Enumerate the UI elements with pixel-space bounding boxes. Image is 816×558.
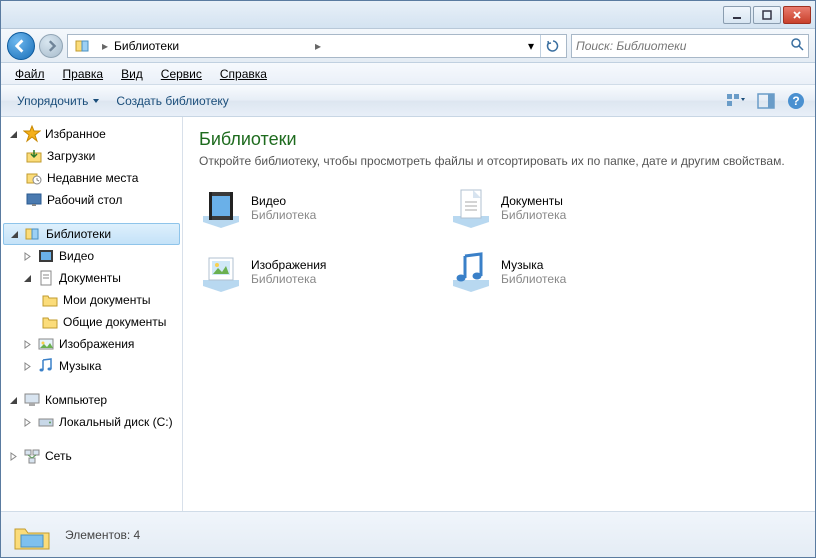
desktop-icon — [25, 191, 43, 209]
expand-icon[interactable] — [7, 450, 19, 462]
sidebar-item-desktop[interactable]: Рабочий стол — [1, 189, 182, 211]
documents-icon — [37, 269, 55, 287]
library-item-videos[interactable]: ВидеоБиблиотека — [199, 186, 449, 230]
computer-icon — [23, 391, 41, 409]
page-title: Библиотеки — [199, 129, 799, 150]
video-library-icon — [199, 186, 243, 230]
sidebar-item-favorites[interactable]: Избранное — [1, 123, 182, 145]
disk-icon — [37, 413, 55, 431]
sidebar-item-libraries[interactable]: Библиотеки — [3, 223, 180, 245]
expand-icon[interactable] — [21, 416, 33, 428]
menu-tools[interactable]: Сервис — [153, 65, 210, 83]
window-controls — [723, 6, 811, 24]
sidebar-item-documents[interactable]: Документы — [1, 267, 182, 289]
folder-icon — [41, 291, 59, 309]
titlebar — [1, 1, 815, 29]
maximize-button[interactable] — [753, 6, 781, 24]
sidebar-item-computer[interactable]: Компьютер — [1, 389, 182, 411]
search-bar[interactable] — [571, 34, 809, 58]
music-library-icon — [449, 250, 493, 294]
breadcrumb-separator-icon: ▸ — [96, 39, 114, 53]
menu-view[interactable]: Вид — [113, 65, 151, 83]
sidebar-item-public-documents[interactable]: Общие документы — [1, 311, 182, 333]
organize-button[interactable]: Упорядочить — [9, 90, 108, 112]
sidebar-item-recent[interactable]: Недавние места — [1, 167, 182, 189]
library-item-documents[interactable]: ДокументыБиблиотека — [449, 186, 699, 230]
collapse-icon[interactable] — [8, 228, 20, 240]
star-icon — [23, 125, 41, 143]
breadcrumb-separator-icon: ▸ — [309, 39, 327, 53]
library-item-music[interactable]: МузыкаБиблиотека — [449, 250, 699, 294]
library-icon — [74, 37, 92, 55]
folder-icon — [41, 313, 59, 331]
sidebar-item-local-disk[interactable]: Локальный диск (C:) — [1, 411, 182, 433]
video-icon — [37, 247, 55, 265]
details-pane: Элементов: 4 — [1, 511, 815, 557]
close-button[interactable] — [783, 6, 811, 24]
sidebar-item-videos[interactable]: Видео — [1, 245, 182, 267]
recent-icon — [25, 169, 43, 187]
library-item-pictures[interactable]: ИзображенияБиблиотека — [199, 250, 449, 294]
downloads-icon — [25, 147, 43, 165]
navigation-pane: Избранное Загрузки Недавние места Рабочи… — [1, 117, 183, 511]
collapse-icon[interactable] — [7, 394, 19, 406]
breadcrumb-item[interactable]: Библиотеки — [114, 39, 309, 53]
back-button[interactable] — [7, 32, 35, 60]
sidebar-item-network[interactable]: Сеть — [1, 445, 182, 467]
pictures-icon — [37, 335, 55, 353]
sidebar-item-downloads[interactable]: Загрузки — [1, 145, 182, 167]
content-pane: Библиотеки Откройте библиотеку, чтобы пр… — [183, 117, 815, 511]
expand-icon[interactable] — [21, 338, 33, 350]
library-grid: ВидеоБиблиотека ДокументыБиблиотека Изоб… — [199, 186, 799, 314]
documents-library-icon — [449, 186, 493, 230]
minimize-button[interactable] — [723, 6, 751, 24]
pictures-library-icon — [199, 250, 243, 294]
search-input[interactable] — [576, 39, 790, 53]
forward-button[interactable] — [39, 34, 63, 58]
main-area: Избранное Загрузки Недавние места Рабочи… — [1, 117, 815, 511]
collapse-icon[interactable] — [21, 272, 33, 284]
item-count-label: Элементов: 4 — [65, 528, 140, 542]
sidebar-item-pictures[interactable]: Изображения — [1, 333, 182, 355]
preview-pane-button[interactable] — [755, 90, 777, 112]
view-options-button[interactable] — [725, 90, 747, 112]
svg-text:?: ? — [792, 94, 799, 108]
sidebar-item-music[interactable]: Музыка — [1, 355, 182, 377]
address-bar[interactable]: ▸ Библиотеки ▸ ▾ — [67, 34, 567, 58]
collapse-icon[interactable] — [7, 128, 19, 140]
menu-bar: Файл Правка Вид Сервис Справка — [1, 63, 815, 85]
new-library-button[interactable]: Создать библиотеку — [108, 90, 236, 112]
navigation-bar: ▸ Библиотеки ▸ ▾ — [1, 29, 815, 63]
libraries-icon — [24, 225, 42, 243]
network-icon — [23, 447, 41, 465]
refresh-button[interactable] — [540, 35, 564, 57]
command-bar: Упорядочить Создать библиотеку ? — [1, 85, 815, 117]
address-dropdown-icon[interactable]: ▾ — [522, 39, 540, 53]
search-icon[interactable] — [790, 37, 804, 54]
sidebar-item-my-documents[interactable]: Мои документы — [1, 289, 182, 311]
menu-help[interactable]: Справка — [212, 65, 275, 83]
help-button[interactable]: ? — [785, 90, 807, 112]
expand-icon[interactable] — [21, 360, 33, 372]
libraries-large-icon — [11, 517, 53, 553]
expand-icon[interactable] — [21, 250, 33, 262]
music-icon — [37, 357, 55, 375]
menu-file[interactable]: Файл — [7, 65, 53, 83]
menu-edit[interactable]: Правка — [55, 65, 112, 83]
page-description: Откройте библиотеку, чтобы просмотреть ф… — [199, 154, 799, 168]
